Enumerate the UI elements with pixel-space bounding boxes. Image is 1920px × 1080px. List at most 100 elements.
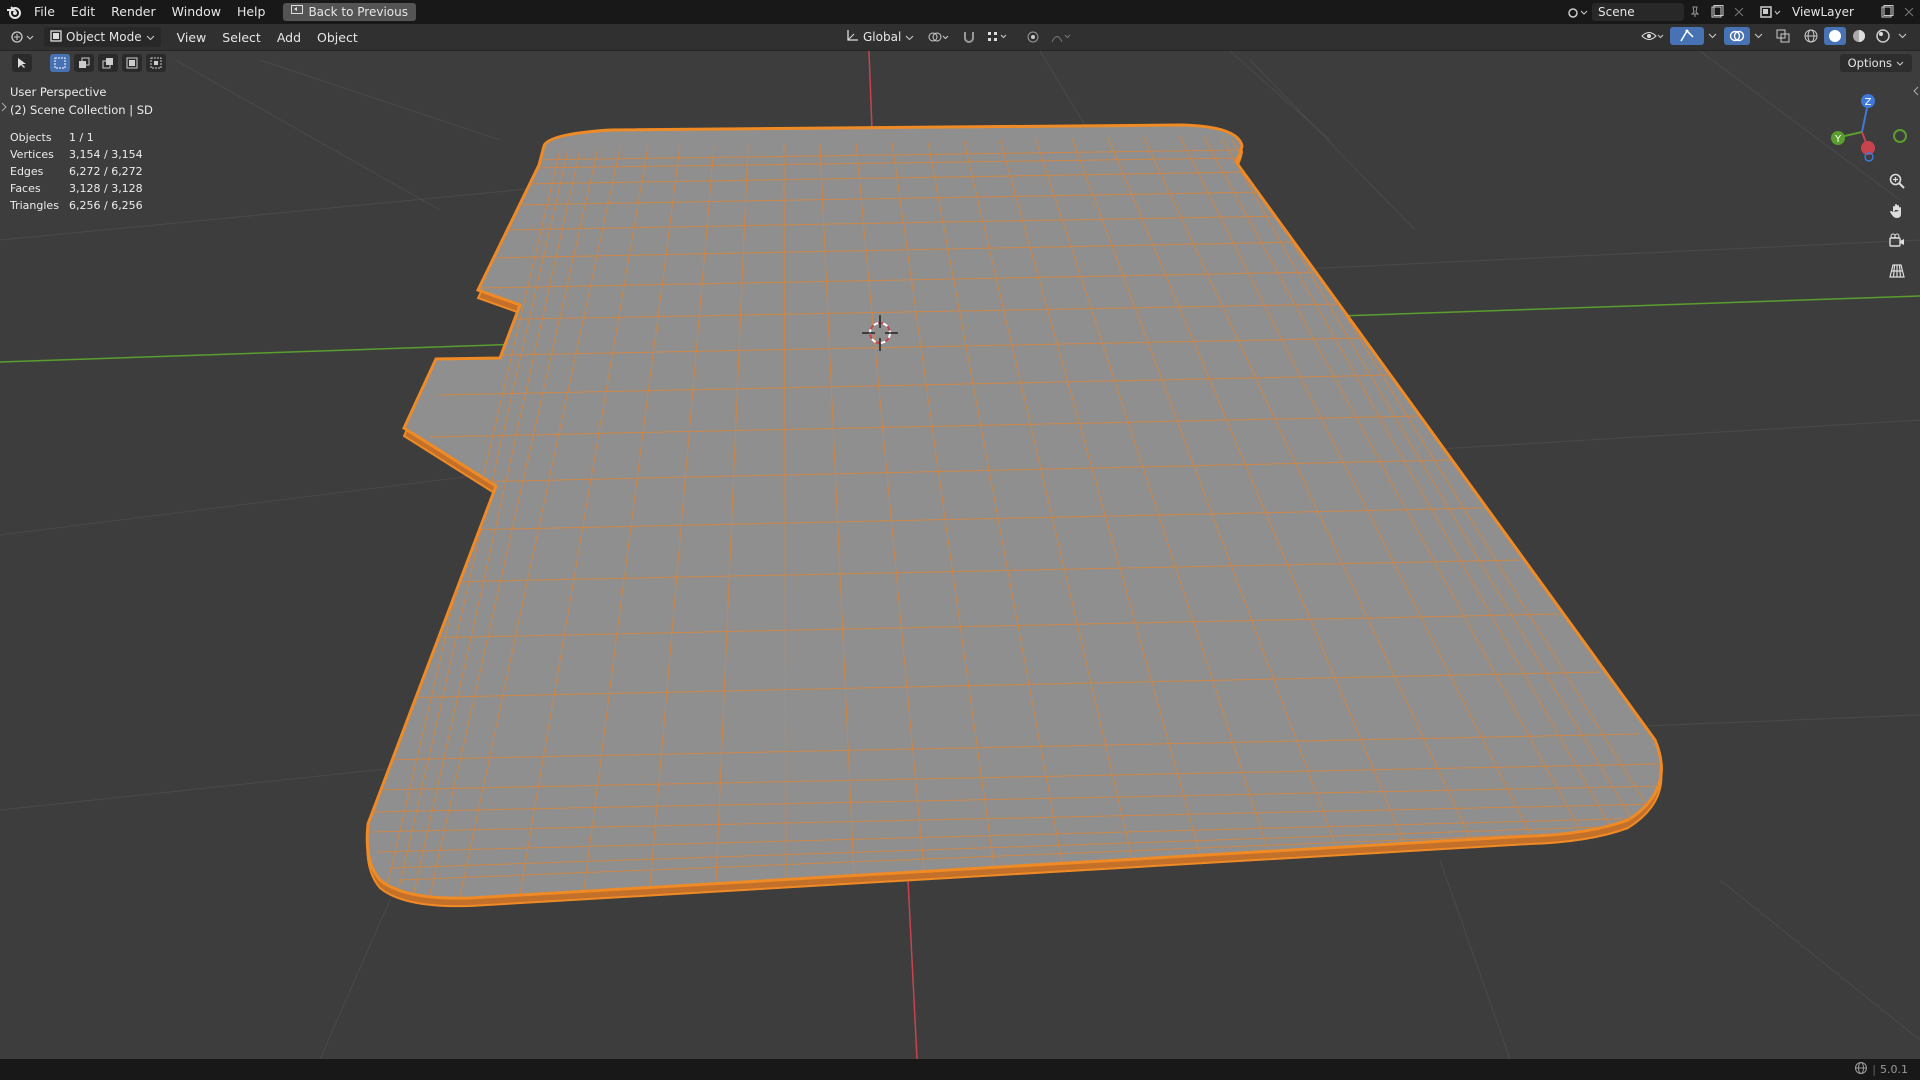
scene-name: Scene — [1598, 5, 1635, 19]
chevron-down-icon — [1896, 56, 1904, 70]
viewlayer-selector-icon[interactable] — [1756, 3, 1786, 21]
chevron-down-icon[interactable] — [1896, 27, 1908, 45]
blender-logo-icon[interactable] — [2, 0, 26, 24]
pivot-point-icon[interactable] — [924, 28, 954, 46]
select-tool-row — [12, 54, 166, 72]
status-bar: | 5.0.1 — [0, 1059, 1920, 1080]
stats-edges: Edges 6,272 / 6,272 — [10, 165, 143, 178]
chevron-down-icon[interactable] — [1752, 27, 1764, 45]
select-mode-subtract-icon[interactable] — [98, 54, 118, 72]
pin-icon[interactable] — [1684, 3, 1706, 21]
stats-faces: Faces 3,128 / 3,128 — [10, 182, 143, 195]
menu-help[interactable]: Help — [229, 0, 274, 24]
stat-value: 3,128 / 3,128 — [69, 182, 143, 195]
transform-orientation-dropdown[interactable]: Global — [840, 27, 920, 47]
menu-file[interactable]: File — [26, 0, 63, 24]
select-mode-new-icon[interactable] — [50, 54, 70, 72]
network-globe-icon[interactable] — [1854, 1061, 1868, 1078]
viewlayer-name: ViewLayer — [1792, 5, 1854, 19]
view-perspective-label: User Perspective — [10, 85, 107, 99]
topbar-right: Scene ViewLayer — [1564, 0, 1920, 24]
transform-orientation-label: Global — [863, 30, 902, 44]
delete-viewlayer-icon[interactable] — [1898, 3, 1920, 21]
scene-name-field[interactable]: Scene — [1592, 3, 1684, 21]
stat-label: Vertices — [10, 148, 54, 161]
menu-render[interactable]: Render — [103, 0, 164, 24]
header-menu-object[interactable]: Object — [309, 30, 366, 45]
stat-label: Objects — [10, 131, 52, 144]
options-dropdown[interactable]: Options — [1839, 54, 1912, 72]
x-axis-line-bottom — [907, 879, 918, 1059]
back-to-previous-button[interactable]: Back to Previous — [283, 3, 416, 21]
3d-viewport[interactable]: Options User Perspective (2) Scene Colle… — [0, 51, 1920, 1059]
new-viewlayer-icon[interactable] — [1876, 3, 1898, 21]
viewport-header: Object Mode View Select Add Object Globa… — [0, 24, 1920, 51]
select-mode-invert-icon[interactable] — [122, 54, 142, 72]
stat-label: Edges — [10, 165, 44, 178]
stat-value: 3,154 / 3,154 — [69, 148, 143, 161]
solid-shading-icon[interactable] — [1824, 27, 1846, 45]
scene-selector-icon[interactable] — [1564, 3, 1592, 21]
stat-label: Faces — [10, 182, 41, 195]
chevron-down-icon[interactable] — [1706, 27, 1718, 45]
object-mode-dropdown[interactable]: Object Mode — [44, 27, 161, 47]
gizmo-neg-y-axis[interactable] — [1893, 129, 1907, 143]
select-mode-intersect-icon[interactable] — [146, 54, 166, 72]
stat-value: 6,272 / 6,272 — [69, 165, 143, 178]
viewport-scene — [0, 51, 1920, 1059]
options-label: Options — [1847, 56, 1892, 70]
chevron-down-icon — [905, 30, 914, 44]
select-mode-extend-icon[interactable] — [74, 54, 94, 72]
visibility-eye-icon[interactable] — [1638, 27, 1668, 45]
header-menu-view[interactable]: View — [169, 30, 215, 45]
version-label: 5.0.1 — [1880, 1063, 1908, 1076]
viewlayer-name-field[interactable]: ViewLayer — [1786, 3, 1876, 21]
falloff-curve-icon[interactable] — [1048, 28, 1076, 46]
select-box-tool-icon[interactable] — [12, 54, 32, 72]
snap-toggle-icon[interactable] — [958, 28, 980, 46]
top-menubar: File Edit Render Window Help Back to Pre… — [0, 0, 1920, 24]
stats-vertices: Vertices 3,154 / 3,154 — [10, 148, 143, 161]
stat-label: Triangles — [10, 199, 59, 212]
stats-objects: Objects 1 / 1 — [10, 131, 94, 144]
gizmo-toggle-icon[interactable] — [1670, 27, 1704, 45]
camera-view-icon[interactable] — [1884, 228, 1910, 254]
gizmo-y-label: Y — [1834, 134, 1842, 145]
overlays-toggle-icon[interactable] — [1724, 27, 1750, 45]
gizmo-z-label: Z — [1865, 97, 1872, 108]
snap-target-icon[interactable] — [984, 28, 1012, 46]
back-to-previous-label: Back to Previous — [308, 5, 408, 19]
orientation-axes-icon — [846, 29, 859, 45]
toolbar-toggle-icon[interactable] — [0, 99, 8, 115]
material-shading-icon[interactable] — [1848, 27, 1870, 45]
perspective-toggle-grid-icon[interactable] — [1884, 258, 1910, 284]
status-separator: | — [1872, 1063, 1876, 1076]
proportional-edit-icon[interactable] — [1022, 28, 1044, 46]
object-mode-icon — [50, 29, 62, 45]
x-axis-line-top — [868, 51, 873, 131]
collection-label: (2) Scene Collection | SD — [10, 103, 153, 117]
header-menu-select[interactable]: Select — [214, 30, 269, 45]
zoom-view-icon[interactable] — [1884, 168, 1910, 194]
transform-controls: Global — [836, 27, 1076, 47]
menu-edit[interactable]: Edit — [63, 0, 103, 24]
editor-type-icon[interactable] — [6, 28, 40, 46]
stat-value: 6,256 / 6,256 — [69, 199, 143, 212]
sidebar-toggle-icon[interactable] — [1912, 83, 1920, 99]
delete-scene-icon[interactable] — [1728, 3, 1750, 21]
new-scene-icon[interactable] — [1706, 3, 1728, 21]
back-screen-icon — [291, 5, 304, 19]
header-menu-add[interactable]: Add — [269, 30, 309, 45]
stats-triangles: Triangles 6,256 / 6,256 — [10, 199, 143, 212]
chevron-down-icon — [146, 30, 155, 44]
stat-value: 1 / 1 — [69, 131, 94, 144]
mesh-object-face[interactable] — [365, 123, 1663, 900]
xray-toggle-icon[interactable] — [1772, 27, 1794, 45]
pan-view-hand-icon[interactable] — [1884, 198, 1910, 224]
object-mode-label: Object Mode — [66, 30, 142, 44]
viewport-shading-controls — [1638, 27, 1908, 45]
menu-window[interactable]: Window — [164, 0, 229, 24]
navigation-gizmo[interactable]: Z Y — [1820, 89, 1910, 169]
wireframe-shading-icon[interactable] — [1800, 27, 1822, 45]
rendered-shading-icon[interactable] — [1872, 27, 1894, 45]
